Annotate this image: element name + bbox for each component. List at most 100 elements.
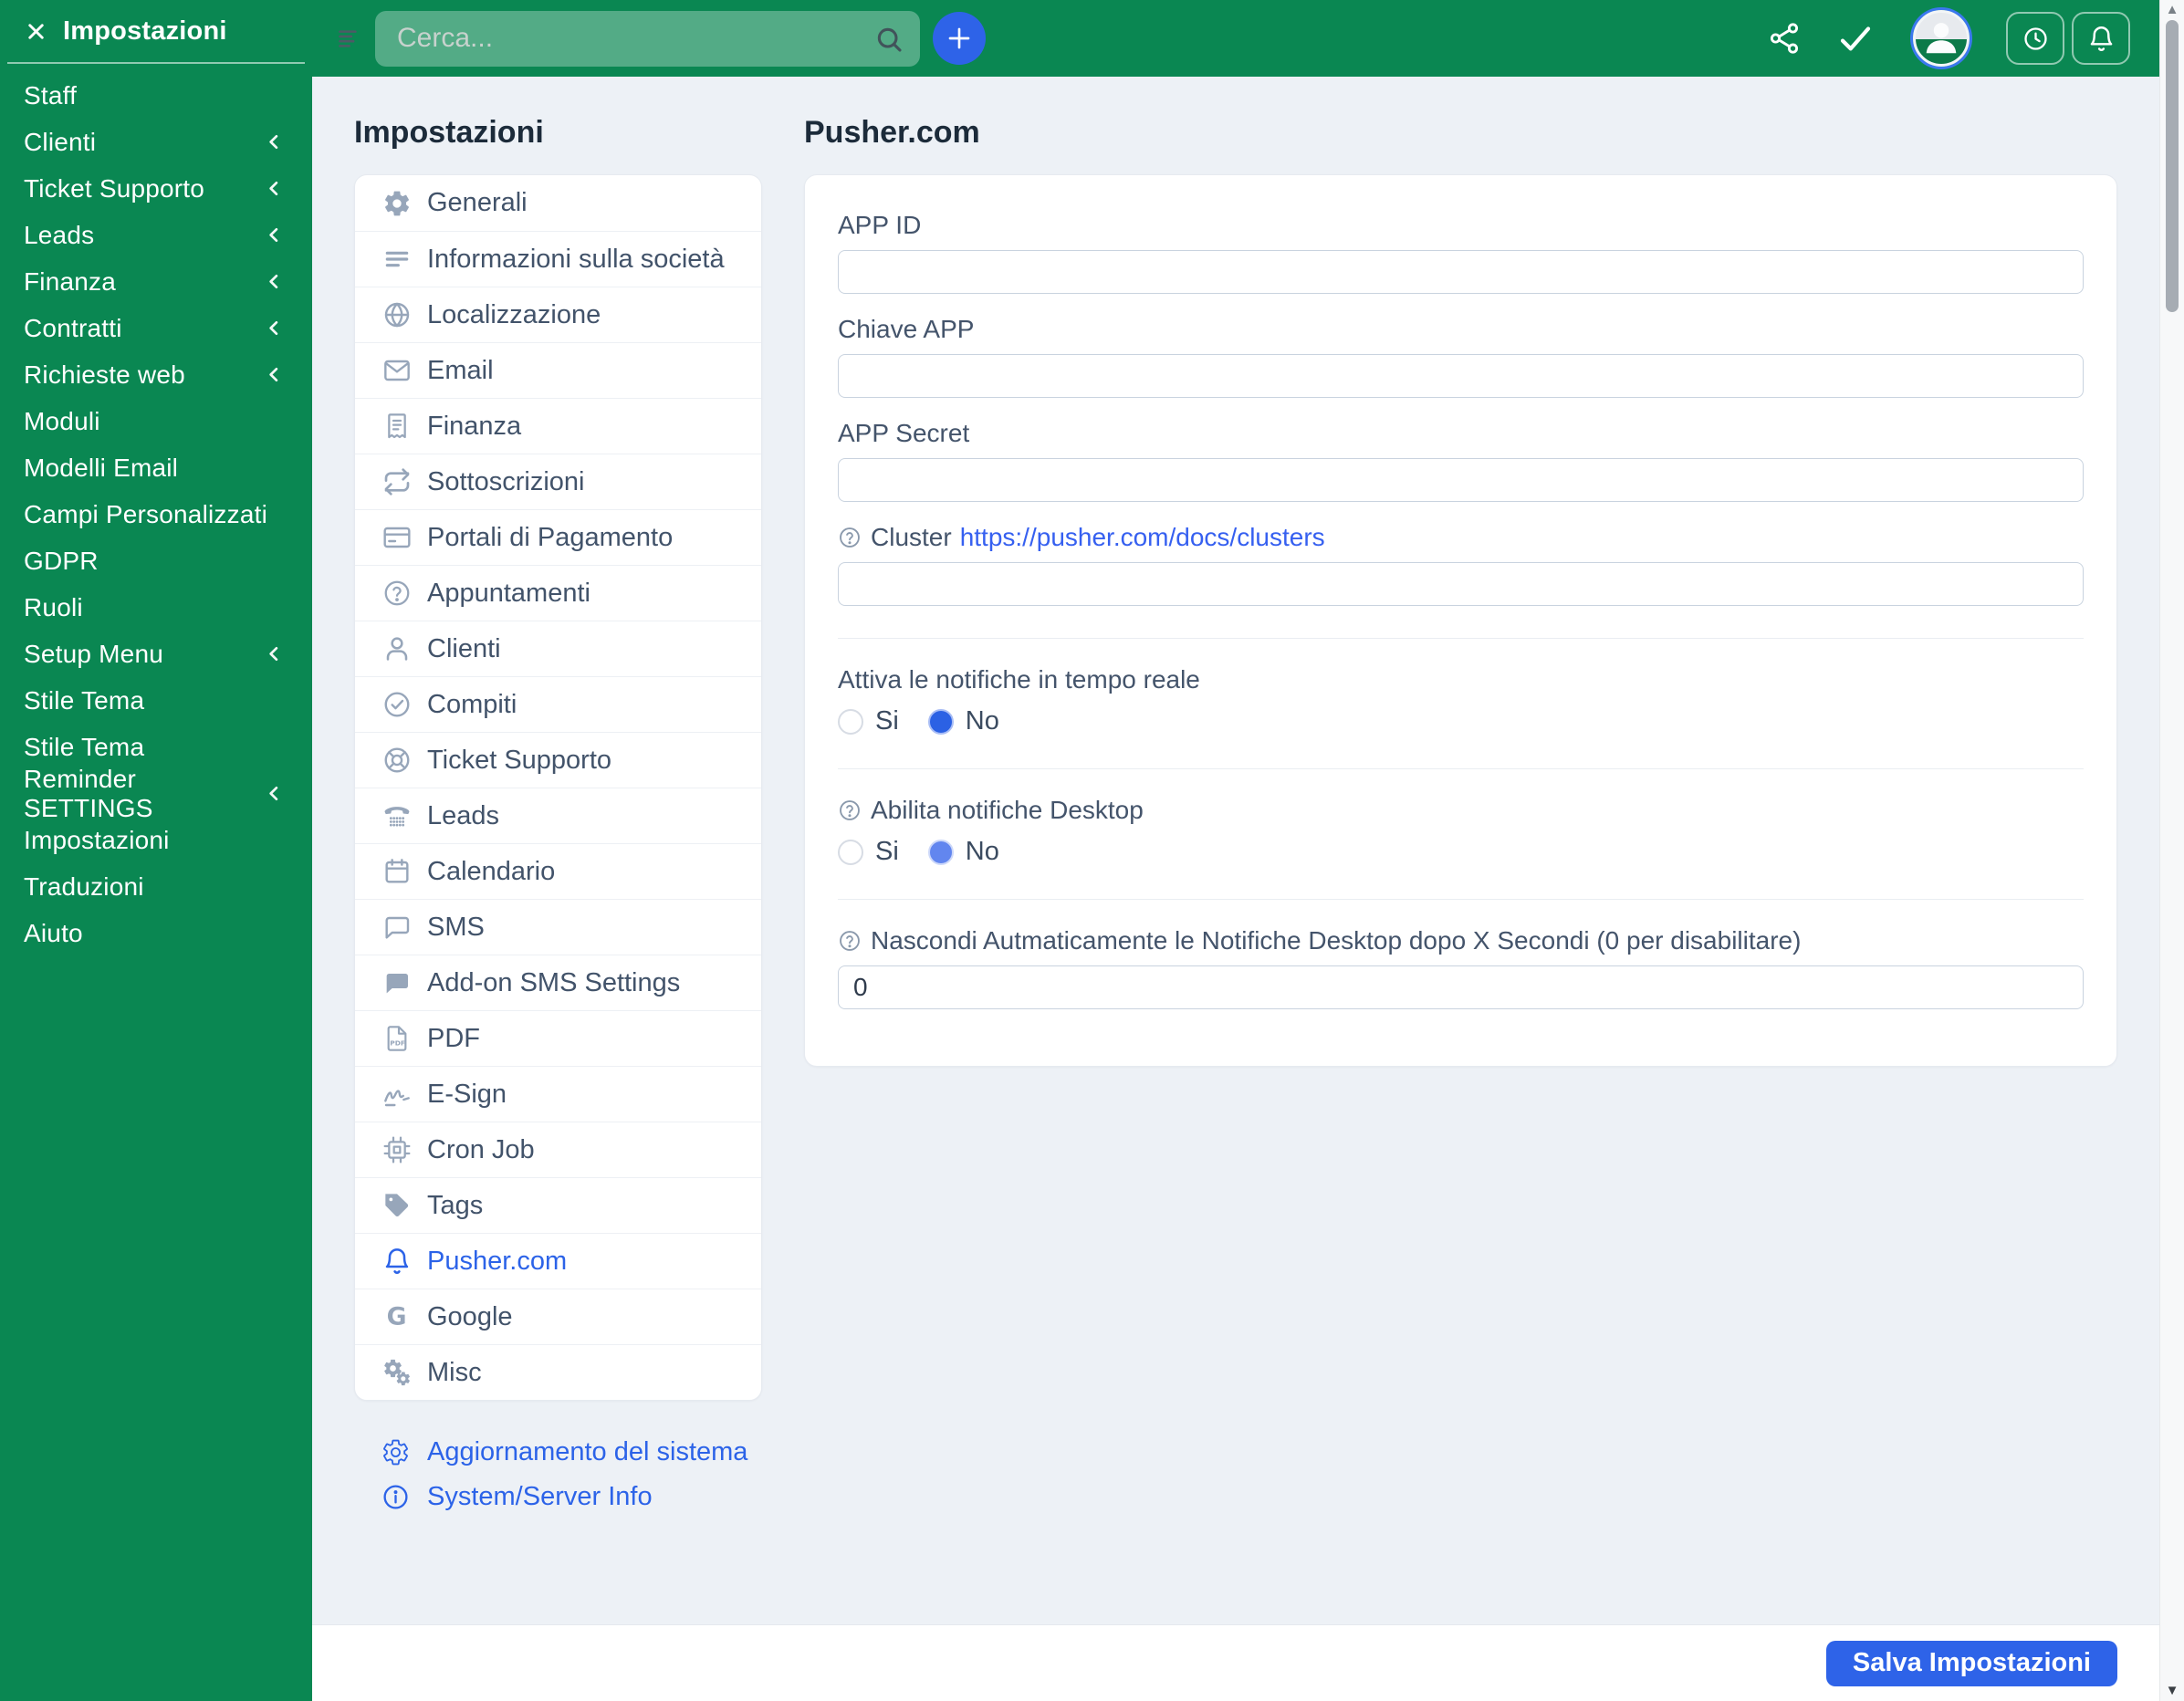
app-window: Impostazioni Staff Clienti Ticket Suppor… [0,0,2184,1701]
life-ring-icon [382,746,412,775]
settings-menu-item-add-on-sms-settings[interactable]: Add-on SMS Settings [355,955,761,1010]
sidebar-item-stile-tema[interactable]: Stile Tema [0,724,312,770]
avatar[interactable] [1913,10,1970,67]
chevron-left-icon [264,224,285,245]
gear-icon [381,1438,410,1466]
settings-menu-item-sottoscrizioni[interactable]: Sottoscrizioni [355,454,761,509]
settings-menu-item-cron-job[interactable]: Cron Job [355,1122,761,1177]
scroll-down-arrow[interactable]: ▼ [2160,1683,2184,1698]
settings-menu-item-portali-di-pagamento[interactable]: Portali di Pagamento [355,509,761,565]
repeat-icon [382,467,412,496]
settings-menu-item-sms[interactable]: SMS [355,899,761,955]
cluster-docs-link[interactable]: https://pusher.com/docs/clusters [960,523,1325,552]
realtime-notifications-radio-no[interactable]: No [927,706,999,736]
help-icon [838,929,862,953]
sidebar-item-richieste-web[interactable]: Richieste web [0,351,312,398]
settings-menu-item-email[interactable]: Email [355,342,761,398]
radio-icon [838,708,863,735]
settings-menu-card: Generali Informazioni sulla società Loca… [354,174,762,1401]
desktop-notifications-radio-si[interactable]: Si [838,837,899,867]
divider [838,899,2084,900]
search-bar [375,10,920,67]
sidebar-item-modelli-email[interactable]: Modelli Email [0,444,312,491]
system-server-info-link[interactable]: System/Server Info [381,1482,762,1512]
settings-menu-item-appuntamenti[interactable]: Appuntamenti [355,565,761,621]
realtime-notifications-group: Attiva le notifiche in tempo reale Si No [838,665,2084,736]
settings-menu-item-calendario[interactable]: Calendario [355,843,761,899]
gear-icon [382,189,412,218]
sidebar-item-finanza[interactable]: Finanza [0,258,312,305]
settings-menu-item-tags[interactable]: Tags [355,1177,761,1233]
sidebar-item-stile-tema[interactable]: Stile Tema [0,677,312,724]
close-icon[interactable] [24,19,48,44]
sidebar-item-gdpr[interactable]: GDPR [0,537,312,584]
desktop-notifications-radio-no[interactable]: No [927,837,999,867]
check-circle-icon [382,690,412,719]
notifications-button[interactable] [2072,12,2130,65]
system-links: Aggiornamento del sistema System/Server … [354,1437,762,1512]
system-update-link[interactable]: Aggiornamento del sistema [381,1437,762,1467]
settings-menu-item-ticket-supporto[interactable]: Ticket Supporto [355,732,761,788]
auto-hide-group: Nascondi Autmaticamente le Notifiche Des… [838,926,2084,1009]
settings-menu-title: Impostazioni [354,115,544,150]
scrollbar[interactable]: ▲ ▼ [2159,0,2184,1701]
sidebar-item-ticket-supporto[interactable]: Ticket Supporto [0,165,312,212]
sidebar-item-ruoli[interactable]: Ruoli [0,584,312,631]
add-button[interactable] [933,12,986,65]
sidebar-item-aiuto[interactable]: Aiuto [0,910,312,956]
settings-menu-item-finanza[interactable]: Finanza [355,398,761,454]
help-icon [838,526,862,549]
chevron-left-icon [264,318,285,339]
app-secret-input[interactable] [838,458,2084,502]
app-key-input[interactable] [838,354,2084,398]
settings-menu-item-clienti[interactable]: Clienti [355,621,761,676]
sidebar-item-contratti[interactable]: Contratti [0,305,312,351]
realtime-notifications-radio-si[interactable]: Si [838,706,899,736]
sidebar-item-staff[interactable]: Staff [0,72,312,119]
save-settings-button[interactable]: Salva Impostazioni [1825,1640,2117,1686]
history-button[interactable] [2006,12,2064,65]
settings-menu-item-leads[interactable]: Leads [355,788,761,843]
settings-menu-item-misc[interactable]: Misc [355,1344,761,1400]
content-area: Impostazioni Generali Informazioni sulla… [312,77,2159,1624]
share-icon[interactable] [1767,21,1802,56]
settings-menu-item-compiti[interactable]: Compiti [355,676,761,732]
auto-hide-seconds-input[interactable] [838,965,2084,1009]
app-id-input[interactable] [838,250,2084,294]
sidebar-item-traduzioni[interactable]: Traduzioni [0,863,312,910]
chevron-left-icon [264,271,285,292]
chip-icon [382,1135,412,1164]
settings-menu-item-generali[interactable]: Generali [355,175,761,231]
radio-icon [927,708,954,735]
menu-lines-icon[interactable] [336,26,361,51]
divider [838,768,2084,769]
scroll-up-arrow[interactable]: ▲ [2160,2,2184,17]
chevron-left-icon [264,131,285,152]
chat-outline-icon [382,913,412,942]
settings-menu-item-informazioni-sulla-societ[interactable]: Informazioni sulla società [355,231,761,287]
google-icon: G [382,1302,412,1331]
search-icon[interactable] [874,25,904,54]
settings-menu-item-e-sign[interactable]: E-Sign [355,1066,761,1122]
sidebar-item-campi-personalizzati[interactable]: Campi Personalizzati [0,491,312,537]
settings-menu-item-pusher-com[interactable]: Pusher.com [355,1233,761,1289]
settings-menu-item-localizzazione[interactable]: Localizzazione [355,287,761,342]
calendar-icon [382,857,412,886]
chat-filled-icon [382,968,412,997]
scrollbar-thumb[interactable] [2166,20,2179,312]
sidebar-item-moduli[interactable]: Moduli [0,398,312,444]
cluster-input[interactable] [838,562,2084,606]
search-input[interactable] [375,10,920,67]
sidebar-item-leads[interactable]: Leads [0,212,312,258]
user-icon [382,634,412,663]
settings-menu-item-google[interactable]: G Google [355,1289,761,1344]
sidebar-item-reminder-settings[interactable]: Reminder SETTINGS [0,765,312,822]
radio-icon [927,839,954,865]
settings-menu-item-pdf[interactable]: PDF PDF [355,1010,761,1066]
signature-icon [382,1080,412,1109]
sidebar-item-clienti[interactable]: Clienti [0,119,312,165]
bell-icon [2087,25,2116,53]
check-icon[interactable] [1836,19,1875,57]
sidebar-item-setup-menu[interactable]: Setup Menu [0,631,312,677]
sidebar-item-impostazioni[interactable]: Impostazioni [0,817,312,863]
